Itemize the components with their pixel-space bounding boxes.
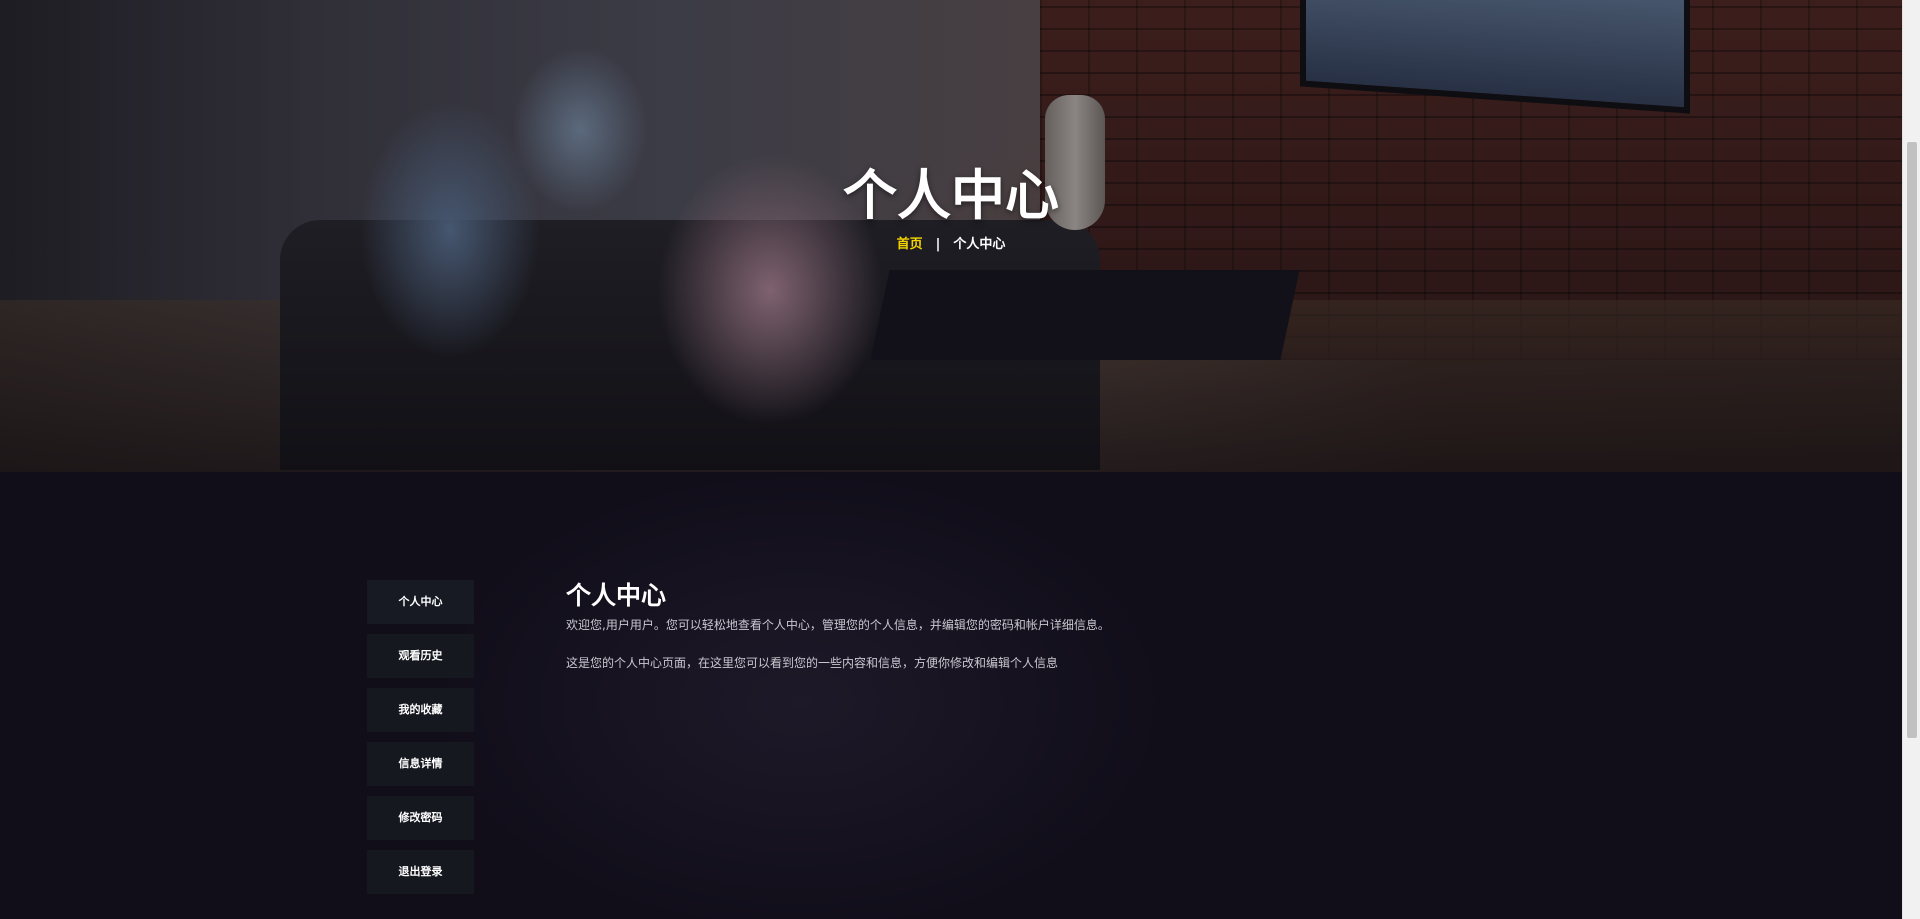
content-title: 个人中心 [566,581,667,610]
sidebar-item-info-details[interactable]: 信息详情 [367,742,474,786]
breadcrumb-separator: | [935,237,941,252]
welcome-paragraph: 欢迎您,用户用户。您可以轻松地查看个人中心，管理您的个人信息，并编辑您的密码和帐… [566,618,1110,632]
sidebar-item-profile[interactable]: 个人中心 [367,580,474,624]
sidebar-item-watch-history[interactable]: 观看历史 [367,634,474,678]
scrollbar-thumb[interactable] [1907,142,1917,738]
page-scrollbar[interactable] [1902,0,1920,919]
page-title: 个人中心 [843,164,1059,227]
sidebar-menu: 个人中心 观看历史 我的收藏 信息详情 修改密码 退出登录 [367,580,474,904]
breadcrumb: 首页 | 个人中心 [0,236,1902,254]
breadcrumb-home-link[interactable]: 首页 [897,237,923,252]
profile-content: 个人中心 欢迎您,用户用户。您可以轻松地查看个人中心，管理您的个人信息，并编辑您… [566,579,1466,693]
hero-banner: 个人中心 首页 | 个人中心 [0,0,1902,472]
sidebar-item-favorites[interactable]: 我的收藏 [367,688,474,732]
sidebar-item-change-password[interactable]: 修改密码 [367,796,474,840]
main-section: 个人中心 观看历史 我的收藏 信息详情 修改密码 退出登录 个人中心 欢迎您,用… [0,472,1902,919]
description-paragraph: 这是您的个人中心页面，在这里您可以看到您的一些内容和信息，方便你修改和编辑个人信… [566,656,1059,670]
breadcrumb-current: 个人中心 [953,237,1006,252]
sidebar-item-logout[interactable]: 退出登录 [367,850,474,894]
